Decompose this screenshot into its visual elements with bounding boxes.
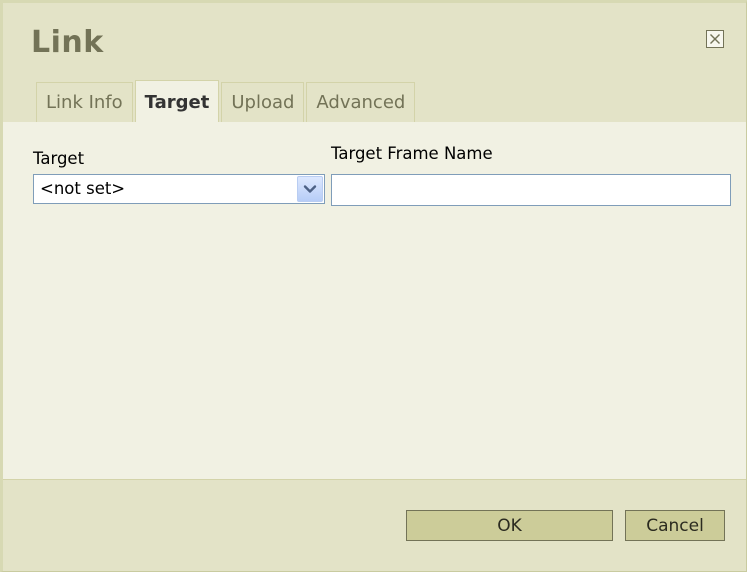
tab-content-target: Target Target Frame Name <not set> [3, 122, 746, 480]
tab-bar: Link Info Target Upload Advanced [36, 80, 417, 122]
close-icon [710, 34, 720, 44]
target-frame-name-input[interactable] [331, 174, 731, 206]
dialog-header: Link Link Info Target Upload Advanced [3, 3, 746, 122]
ok-button[interactable]: OK [406, 510, 613, 541]
dialog-footer: OK Cancel [3, 479, 746, 571]
cancel-button[interactable]: Cancel [625, 510, 725, 541]
target-select[interactable]: <not set> [33, 174, 325, 204]
tab-target[interactable]: Target [134, 80, 220, 122]
close-button[interactable] [706, 30, 724, 48]
tab-advanced[interactable]: Advanced [306, 82, 416, 122]
target-frame-name-label: Target Frame Name [331, 144, 493, 163]
target-label: Target [33, 149, 85, 168]
target-select-value: <not set> [40, 179, 126, 198]
link-dialog: Link Link Info Target Upload Advanced Ta… [0, 0, 747, 572]
tab-link-info[interactable]: Link Info [36, 82, 133, 122]
dialog-title: Link [31, 25, 104, 60]
chevron-down-icon[interactable] [297, 176, 323, 202]
tab-upload[interactable]: Upload [221, 82, 305, 122]
